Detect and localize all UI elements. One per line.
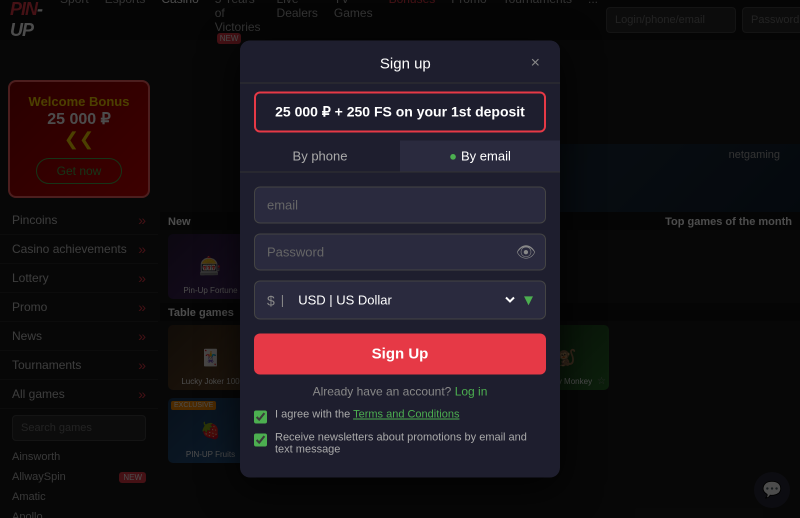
- modal-close-button[interactable]: ×: [531, 55, 540, 73]
- terms-link[interactable]: Terms and Conditions: [353, 409, 459, 421]
- terms-checkbox[interactable]: [254, 411, 267, 424]
- signup-modal: Sign up × 25 000 ₽ + 250 FS on your 1st …: [240, 41, 560, 478]
- login-link[interactable]: Log in: [455, 385, 488, 399]
- signup-password-input[interactable]: [254, 234, 546, 271]
- modal-tabs: By phone ●By email: [240, 141, 560, 173]
- currency-symbol: $: [267, 292, 275, 308]
- modal-title: Sign up: [280, 55, 531, 72]
- login-prompt: Already have an account? Log in: [254, 385, 546, 399]
- signup-submit-button[interactable]: Sign Up: [254, 334, 546, 375]
- currency-arrow-icon: ▾: [524, 290, 533, 311]
- active-dot: ●: [449, 149, 457, 164]
- tab-by-phone[interactable]: By phone: [240, 141, 400, 172]
- currency-pipe: |: [281, 293, 284, 308]
- modal-header: Sign up ×: [240, 41, 560, 84]
- newsletter-checkbox-row: Receive newsletters about promotions by …: [254, 432, 546, 456]
- modal-body: 👁 $ | USD | US Dollar EUR | Euro RUB | R…: [240, 173, 560, 478]
- terms-checkbox-row: I agree with the Terms and Conditions: [254, 409, 546, 424]
- newsletter-text: Receive newsletters about promotions by …: [275, 432, 546, 456]
- currency-select[interactable]: USD | US Dollar EUR | Euro RUB | Russian…: [294, 292, 518, 309]
- newsletter-checkbox[interactable]: [254, 434, 267, 447]
- tab-by-email[interactable]: ●By email: [400, 141, 560, 172]
- eye-icon[interactable]: 👁: [516, 242, 536, 262]
- email-input[interactable]: [254, 187, 546, 224]
- terms-text: I agree with the Terms and Conditions: [275, 409, 459, 421]
- currency-selector[interactable]: $ | USD | US Dollar EUR | Euro RUB | Rus…: [254, 281, 546, 320]
- modal-promo-banner: 25 000 ₽ + 250 FS on your 1st deposit: [254, 92, 546, 133]
- password-wrapper: 👁: [254, 234, 546, 271]
